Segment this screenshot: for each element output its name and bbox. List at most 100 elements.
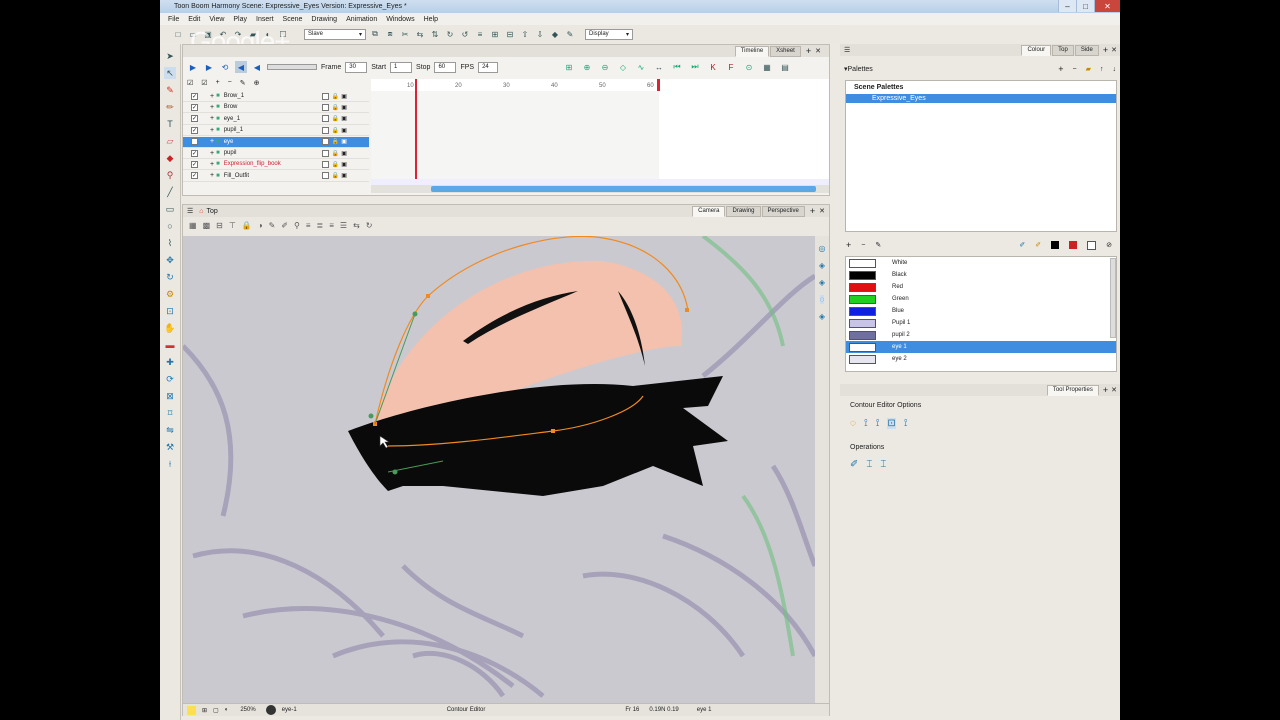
layer-visibility-checkbox[interactable] [321,92,329,100]
layer-colour-icon[interactable]: ▣ [341,127,347,134]
remove-keyframe-icon[interactable]: ⊖ [599,61,611,73]
expand-icon[interactable]: + [210,138,214,145]
layer-row[interactable]: ✓ + ■ eye_1 🔒 ▣ [183,114,369,125]
stop-motion-icon[interactable]: ↔ [653,61,665,73]
layer-visibility-checkbox[interactable] [321,138,329,146]
brush-layer-icon[interactable]: ✎ [240,79,246,87]
drawing-layer-icon[interactable]: ◌ [819,295,825,304]
view-icon[interactable]: ⊙ [743,61,755,73]
pivot-icon[interactable]: ✥ [164,254,176,266]
menu-edit[interactable]: Edit [188,16,200,23]
rectangle-icon[interactable]: ▭ [164,203,176,215]
red-swatch-icon[interactable] [1069,241,1078,249]
minimize-button[interactable]: – [1058,0,1076,12]
colour-item[interactable]: Red [846,281,1116,293]
brush-tool-icon[interactable]: ✐ [281,221,288,230]
tint-icon[interactable]: ✐ [1019,241,1025,249]
play-icon[interactable]: ▶ [187,61,199,73]
align-left-icon[interactable]: ≡ [306,221,311,230]
eraser-icon[interactable]: ▱ [164,135,176,147]
close-icon[interactable]: ✕ [1111,46,1117,54]
reset-view-icon[interactable] [187,705,196,715]
zoom-icon[interactable]: ⊡ [164,305,176,317]
lock-icon[interactable]: 🔒 [332,127,339,134]
rotate-ccw-icon[interactable]: ↺ [459,28,471,40]
lock-icon[interactable]: 🔒 [332,172,339,179]
expand-icon[interactable]: + [210,172,214,179]
stop-field[interactable]: 60 [434,61,457,73]
zoom-level[interactable]: 250% [240,707,255,713]
close-icon[interactable]: ✕ [815,47,821,55]
lock-icon[interactable]: 🔒 [332,138,339,145]
light-table-icon[interactable]: ⊟ [216,221,223,230]
layer-enable-checkbox[interactable]: ✓ [191,172,198,180]
lock-icon[interactable]: 🔒 [332,150,339,157]
layer-visibility-checkbox[interactable] [321,172,329,180]
menu-drawing[interactable]: Drawing [311,16,337,23]
layer-props-icon[interactable]: ▤ [779,61,791,73]
menu-scene[interactable]: Scene [283,16,303,23]
add-layer-icon[interactable]: + [216,79,220,87]
pencil-operation-icon[interactable]: ✐ [850,459,858,470]
remove-palette-icon[interactable]: − [1073,66,1077,73]
pin-icon[interactable]: ⍿ [164,458,176,470]
layer-visibility-checkbox[interactable] [321,149,329,157]
contour-editor-icon[interactable]: ↖ [164,67,176,79]
onion-next-icon[interactable]: F [725,61,737,73]
flip-tool-icon[interactable]: ⇆ [353,221,360,230]
send-back-icon[interactable]: ⇩ [534,28,546,40]
tab-top[interactable]: Top [1052,44,1074,56]
keyframe-icon[interactable]: ⊞ [563,61,575,73]
layer-visibility-checkbox[interactable] [321,126,329,134]
lock-icon[interactable]: 🔒 [332,115,339,122]
envelope-icon[interactable]: ⊠ [164,390,176,402]
remove-colour-icon[interactable]: − [861,242,865,249]
show-controls-icon[interactable]: ⊡ [887,418,896,429]
speed-slider[interactable] [267,64,317,70]
layer-row[interactable]: ✓ + ■ pupil_1 🔒 ▣ [183,125,369,137]
play-selection-icon[interactable]: ▶ [203,61,215,73]
layers-2-icon[interactable]: ◈ [819,278,825,287]
lock-icon[interactable]: 🔒 [332,161,339,168]
colour-item[interactable]: pupil 2 [846,329,1116,341]
motion-keyframe-icon[interactable]: ◇ [617,61,629,73]
add-tab-icon[interactable]: + [810,206,815,216]
menu-help[interactable]: Help [424,16,438,23]
cutter-icon[interactable]: ▬ [164,339,176,351]
expand-icon[interactable]: + [210,150,214,157]
layer-colour-icon[interactable]: ▣ [341,93,347,100]
smooth-option-icon[interactable]: ⟟ [904,418,908,429]
expand-icon[interactable]: + [210,93,214,100]
close-icon[interactable]: ✕ [1111,386,1117,394]
next-key-icon[interactable]: ⏭ [689,61,701,73]
snap-point-icon[interactable]: ⟟ [876,418,880,429]
pencil-icon[interactable]: ✏ [164,101,176,113]
layer-enable-checkbox[interactable]: ✓ [191,115,198,123]
select-icon[interactable]: ➤ [164,50,176,62]
align-center-icon[interactable]: ≣ [317,221,324,230]
rotate-icon[interactable]: ↻ [164,271,176,283]
prev-key-icon[interactable]: ⏮ [671,61,683,73]
colour-item[interactable]: Black [846,269,1116,281]
onion-prev-icon[interactable]: K [707,61,719,73]
add-tab-icon[interactable]: + [1103,385,1108,395]
camera-layer-icon[interactable]: ◈ [819,312,825,321]
tab-perspective[interactable]: Perspective [761,205,805,217]
tab-side[interactable]: Side [1074,44,1099,56]
lock-all-icon[interactable]: ☑ [201,79,207,87]
line-icon[interactable]: ╱ [164,186,176,198]
cut-icon[interactable]: ✂ [399,28,411,40]
expand-icon[interactable]: + [210,115,214,122]
add-keyframe-icon[interactable]: ⊕ [581,61,593,73]
move-up-icon[interactable]: ↑ [1100,66,1104,73]
flip-vertical-icon[interactable]: ⇅ [429,28,441,40]
pencil-tool-icon[interactable]: ✎ [269,221,276,230]
tab-colour[interactable]: Colour [1021,44,1052,56]
stop-marker[interactable] [657,79,660,91]
add-tab-icon[interactable]: + [1103,45,1108,55]
palette-item[interactable]: Expressive_Eyes [846,94,1116,103]
group-icon[interactable]: ⊞ [489,28,501,40]
colour-item[interactable]: Blue [846,305,1116,317]
tab-camera[interactable]: Camera [692,205,726,217]
colour-item[interactable]: eye 2 [846,353,1116,365]
